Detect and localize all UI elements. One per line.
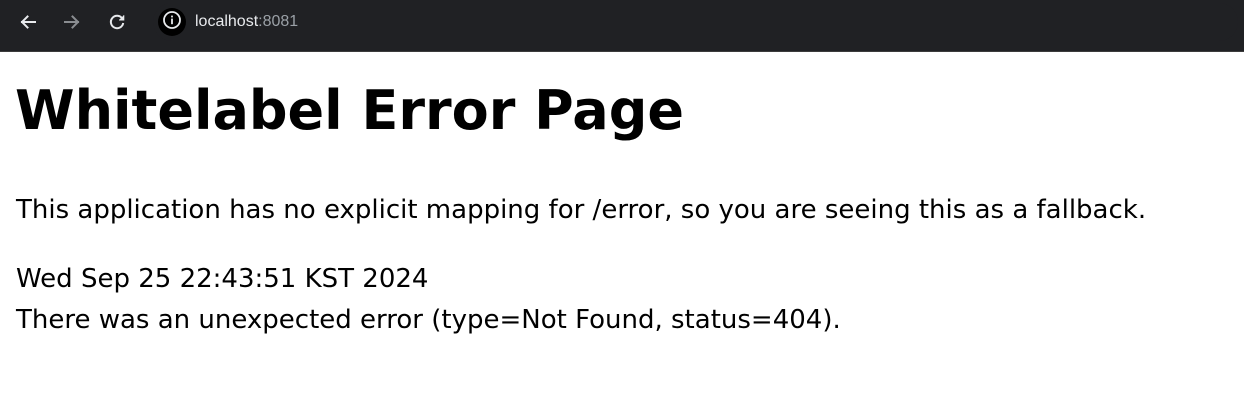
url-host: localhost — [195, 13, 259, 30]
arrow-right-icon — [63, 13, 81, 31]
address-bar[interactable]: localhost:8081 — [153, 3, 1238, 41]
url-text[interactable]: localhost:8081 — [195, 13, 298, 31]
error-message: There was an unexpected error (type=Not … — [16, 305, 841, 335]
error-description: This application has no explicit mapping… — [16, 195, 1147, 225]
page-title: Whitelabel Error Page — [15, 79, 685, 142]
page-content: Whitelabel Error Page This application h… — [0, 52, 1244, 411]
forward-button[interactable] — [57, 7, 87, 37]
url-port: :8081 — [258, 13, 299, 30]
browser-toolbar: localhost:8081 — [0, 0, 1244, 52]
info-icon — [162, 10, 182, 34]
back-button[interactable] — [13, 7, 43, 37]
reload-button[interactable] — [102, 7, 132, 37]
reload-icon — [108, 13, 126, 31]
error-timestamp: Wed Sep 25 22:43:51 KST 2024 — [16, 264, 429, 294]
site-info-button[interactable] — [158, 8, 186, 36]
arrow-left-icon — [19, 13, 37, 31]
